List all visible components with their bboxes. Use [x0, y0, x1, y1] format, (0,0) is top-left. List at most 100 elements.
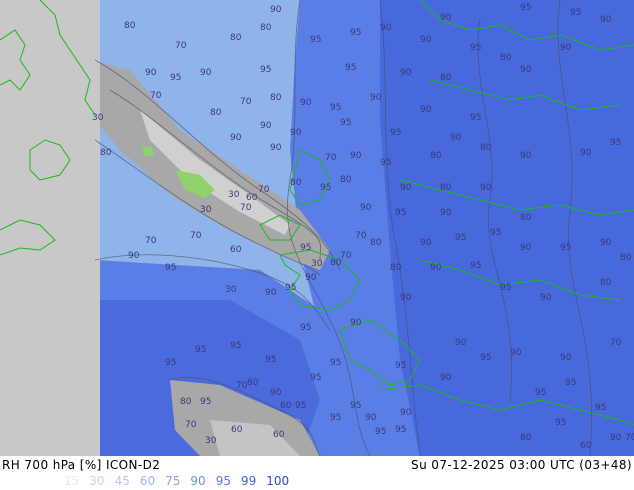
contour-label: 90: [400, 183, 412, 193]
contour-label: 90: [128, 251, 140, 261]
contour-label: 90: [480, 183, 492, 193]
contour-label: 95: [555, 418, 566, 428]
contour-label: 95: [260, 65, 271, 75]
contour-label: 95: [345, 63, 356, 73]
contour-label: 80: [520, 433, 532, 443]
contour-label: 95: [295, 401, 306, 411]
contour-label: 60: [280, 401, 292, 411]
legend-item: 99: [240, 474, 257, 488]
contour-label: 95: [395, 208, 406, 218]
contour-label: 30: [205, 436, 217, 446]
contour-label: 90: [450, 133, 462, 143]
contour-label: 80: [600, 278, 612, 288]
contour-label: 80: [290, 178, 302, 188]
contour-label: 80: [440, 73, 452, 83]
contour-label: 80: [520, 213, 532, 223]
contour-label: 95: [375, 427, 386, 437]
contour-label: 95: [310, 373, 321, 383]
contour-label: 95: [300, 243, 311, 253]
contour-label: 95: [265, 355, 276, 365]
contour-label: 70: [236, 381, 248, 391]
contour-label: 80: [390, 263, 402, 273]
contour-label: 95: [395, 425, 406, 435]
contour-label: 95: [470, 261, 481, 271]
contour-label: 90: [270, 388, 282, 398]
contour-label: 95: [560, 243, 571, 253]
contour-label: 95: [350, 401, 361, 411]
contour-label: 90: [540, 293, 552, 303]
contour-label: 95: [610, 138, 621, 148]
contour-label: 90: [380, 23, 392, 33]
contour-label: 80: [500, 53, 512, 63]
contour-label: 95: [200, 397, 211, 407]
contour-label: 60: [580, 441, 592, 451]
contour-label: 95: [195, 345, 206, 355]
contour-label: 70: [150, 91, 162, 101]
contour-label: 90: [560, 43, 572, 53]
contour-label: 80: [340, 175, 352, 185]
contour-label: 95: [330, 358, 341, 368]
contour-label: 70: [325, 153, 337, 163]
map-area: 80 90 95 90 90 95 95 90 70 80 80 95 90 95 80 90 90 95 90 95…: [0, 0, 634, 456]
contour-label: 95: [500, 283, 511, 293]
contour-label: 80: [247, 378, 259, 388]
contour-label: 80: [440, 183, 452, 193]
contour-label: 95: [390, 128, 401, 138]
contour-label: 70: [185, 420, 197, 430]
contour-label: 30: [200, 205, 212, 215]
contour-label: 90: [600, 15, 612, 25]
contour-label: 80: [124, 21, 136, 31]
contour-label: 95: [285, 283, 296, 293]
contour-label: 90: [400, 408, 412, 418]
contour-label: 80: [180, 397, 192, 407]
contour-label: 80: [260, 23, 272, 33]
contour-label: 60: [231, 425, 243, 435]
contour-label: 90: [520, 151, 532, 161]
contour-label: 90: [290, 128, 302, 138]
contour-label: 90: [610, 433, 622, 443]
contour-label: 95: [300, 323, 311, 333]
contour-label: 80: [370, 238, 382, 248]
contour-label: 80: [210, 108, 222, 118]
contour-label: 90: [365, 413, 377, 423]
contour-label: 80: [100, 148, 112, 158]
contour-label: 80: [230, 33, 242, 43]
contour-label: 90: [200, 68, 212, 78]
contour-label: 90: [430, 263, 442, 273]
contour-label: 70: [240, 97, 252, 107]
legend-item: 100: [266, 474, 290, 488]
contour-label: 90: [420, 35, 432, 45]
contour-label: 60: [230, 245, 242, 255]
contour-label: 95: [165, 358, 176, 368]
legend-item: 30: [89, 474, 105, 488]
contour-label: 90: [265, 288, 277, 298]
contour-label: 90: [145, 68, 157, 78]
contour-label: 70: [175, 41, 187, 51]
contour-label: 90: [440, 13, 452, 23]
contour-label: 95: [170, 73, 181, 83]
contour-label: 95: [595, 403, 606, 413]
contour-label: 95: [455, 233, 466, 243]
contour-label: 95: [380, 158, 391, 168]
contour-label: 90: [400, 293, 412, 303]
contour-label: 30: [225, 285, 237, 295]
contour-label: 90: [600, 238, 612, 248]
footer: RH 700 hPa [%] ICON-D2 Su 07-12-2025 03:…: [0, 456, 634, 490]
contour-label: 80: [480, 143, 492, 153]
contour-label: 90: [350, 318, 362, 328]
contour-label: 80: [270, 93, 282, 103]
contour-label: 30: [228, 190, 240, 200]
contour-label: 95: [340, 118, 351, 128]
contour-label: 95: [350, 28, 361, 38]
contour-label: 30: [92, 113, 104, 123]
contour-label: 60: [273, 430, 285, 440]
contour-label: 80: [620, 253, 632, 263]
contour-label: 70: [355, 231, 367, 241]
legend-item: 45: [114, 474, 130, 488]
contour-label: 90: [230, 133, 242, 143]
contour-label: 90: [400, 68, 412, 78]
contour-label: 95: [470, 43, 481, 53]
no-data-strip: [0, 0, 100, 456]
contour-label: 90: [510, 348, 522, 358]
contour-label: 70: [145, 236, 157, 246]
